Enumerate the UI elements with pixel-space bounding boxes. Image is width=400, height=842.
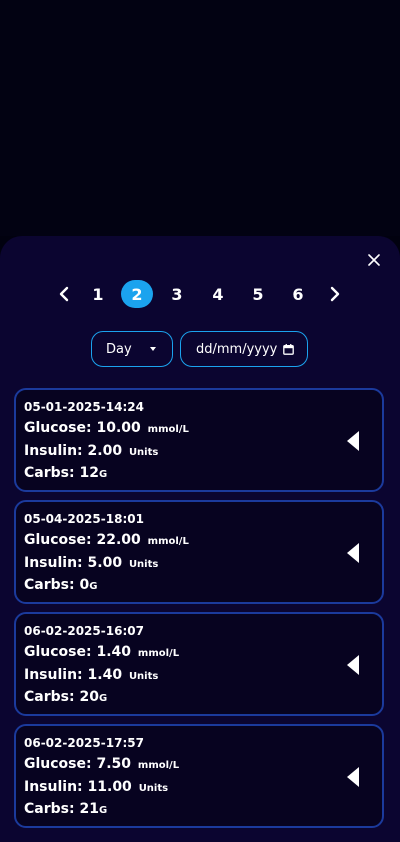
insulin-unit: Units [128, 447, 159, 458]
page-2-active[interactable]: 2 [121, 280, 153, 308]
glucose-unit: mmol/L [147, 424, 189, 435]
close-icon [368, 254, 380, 266]
insulin-unit: Units [138, 783, 169, 794]
glucose-label: Glucose: [24, 532, 92, 548]
carbs-label: Carbs: [24, 465, 75, 481]
glucose-line: Glucose: 22.00 mmol/L [24, 532, 189, 548]
page-5[interactable]: 5 [242, 280, 274, 308]
dropdown-caret-icon [150, 347, 156, 351]
filters-row: Day dd/mm/yyyy [0, 331, 400, 367]
page-3[interactable]: 3 [161, 280, 193, 308]
glucose-value: 1.40 [96, 644, 132, 660]
carbs-label: Carbs: [24, 801, 75, 817]
carbs-unit: G [98, 805, 108, 816]
carbs-value: 21 [79, 801, 99, 817]
entry-card: 06-02-2025-17:57 Glucose: 7.50 mmol/L In… [14, 724, 384, 828]
insulin-value: 11.00 [87, 779, 132, 795]
glucose-label: Glucose: [24, 756, 92, 772]
glucose-line: Glucose: 10.00 mmol/L [24, 420, 189, 436]
glucose-value: 7.50 [96, 756, 132, 772]
page-6[interactable]: 6 [282, 280, 314, 308]
insulin-line: Insulin: 2.00 Units [24, 443, 158, 459]
glucose-line: Glucose: 1.40 mmol/L [24, 644, 179, 660]
carbs-value: 20 [79, 689, 99, 705]
entry-timestamp: 06-02-2025-16:07 [24, 624, 144, 638]
period-select[interactable]: Day [91, 331, 173, 367]
caret-left-icon[interactable] [346, 430, 360, 452]
date-input[interactable]: dd/mm/yyyy [180, 331, 308, 367]
insulin-line: Insulin: 5.00 Units [24, 555, 158, 571]
carbs-unit: G [89, 581, 98, 592]
page-4[interactable]: 4 [202, 280, 234, 308]
insulin-label: Insulin: [24, 667, 83, 683]
glucose-value: 10.00 [96, 420, 141, 436]
close-button[interactable] [362, 248, 386, 272]
carbs-value: 12 [79, 465, 99, 481]
insulin-label: Insulin: [24, 779, 83, 795]
entry-card: 06-02-2025-16:07 Glucose: 1.40 mmol/L In… [14, 612, 384, 716]
records-sheet: 1 2 3 4 5 6 Day dd/mm/yyyy 05-01-2025-14… [0, 236, 400, 842]
chevron-right-icon [330, 286, 340, 302]
caret-left-icon[interactable] [346, 542, 360, 564]
entry-card: 05-01-2025-14:24 Glucose: 10.00 mmol/L I… [14, 388, 384, 492]
glucose-unit: mmol/L [137, 648, 180, 659]
insulin-unit: Units [128, 559, 159, 570]
glucose-label: Glucose: [24, 420, 92, 436]
insulin-label: Insulin: [24, 443, 83, 459]
entry-timestamp: 06-02-2025-17:57 [24, 736, 144, 750]
date-input-placeholder: dd/mm/yyyy [196, 341, 278, 357]
insulin-value: 5.00 [87, 555, 123, 571]
carbs-line: Carbs: 12G [24, 465, 107, 481]
carbs-line: Carbs: 20G [24, 689, 107, 705]
carbs-line: Carbs: 21G [24, 801, 107, 817]
period-select-value: Day [106, 341, 132, 357]
prev-page-button[interactable] [52, 280, 76, 308]
insulin-value: 2.00 [87, 443, 123, 459]
carbs-unit: G [98, 469, 108, 480]
insulin-line: Insulin: 1.40 Units [24, 667, 158, 683]
carbs-line: Carbs: 0G [24, 577, 97, 593]
next-page-button[interactable] [323, 280, 347, 308]
insulin-label: Insulin: [24, 555, 83, 571]
entry-card: 05-04-2025-18:01 Glucose: 22.00 mmol/L I… [14, 500, 384, 604]
glucose-line: Glucose: 7.50 mmol/L [24, 756, 179, 772]
caret-left-icon[interactable] [346, 766, 360, 788]
glucose-unit: mmol/L [137, 760, 180, 771]
insulin-value: 1.40 [87, 667, 123, 683]
insulin-unit: Units [128, 671, 159, 682]
page-1[interactable]: 1 [82, 280, 114, 308]
carbs-value: 0 [79, 577, 90, 593]
glucose-label: Glucose: [24, 644, 92, 660]
backdrop[interactable] [0, 0, 400, 236]
caret-left-icon[interactable] [346, 654, 360, 676]
glucose-value: 22.00 [96, 532, 141, 548]
entry-timestamp: 05-04-2025-18:01 [24, 512, 144, 526]
chevron-left-icon [59, 286, 69, 302]
carbs-label: Carbs: [24, 577, 75, 593]
calendar-icon[interactable] [283, 344, 294, 355]
insulin-line: Insulin: 11.00 Units [24, 779, 168, 795]
carbs-unit: G [98, 693, 108, 704]
glucose-unit: mmol/L [147, 536, 189, 547]
pagination: 1 2 3 4 5 6 [0, 280, 400, 308]
carbs-label: Carbs: [24, 689, 75, 705]
entry-timestamp: 05-01-2025-14:24 [24, 400, 144, 414]
